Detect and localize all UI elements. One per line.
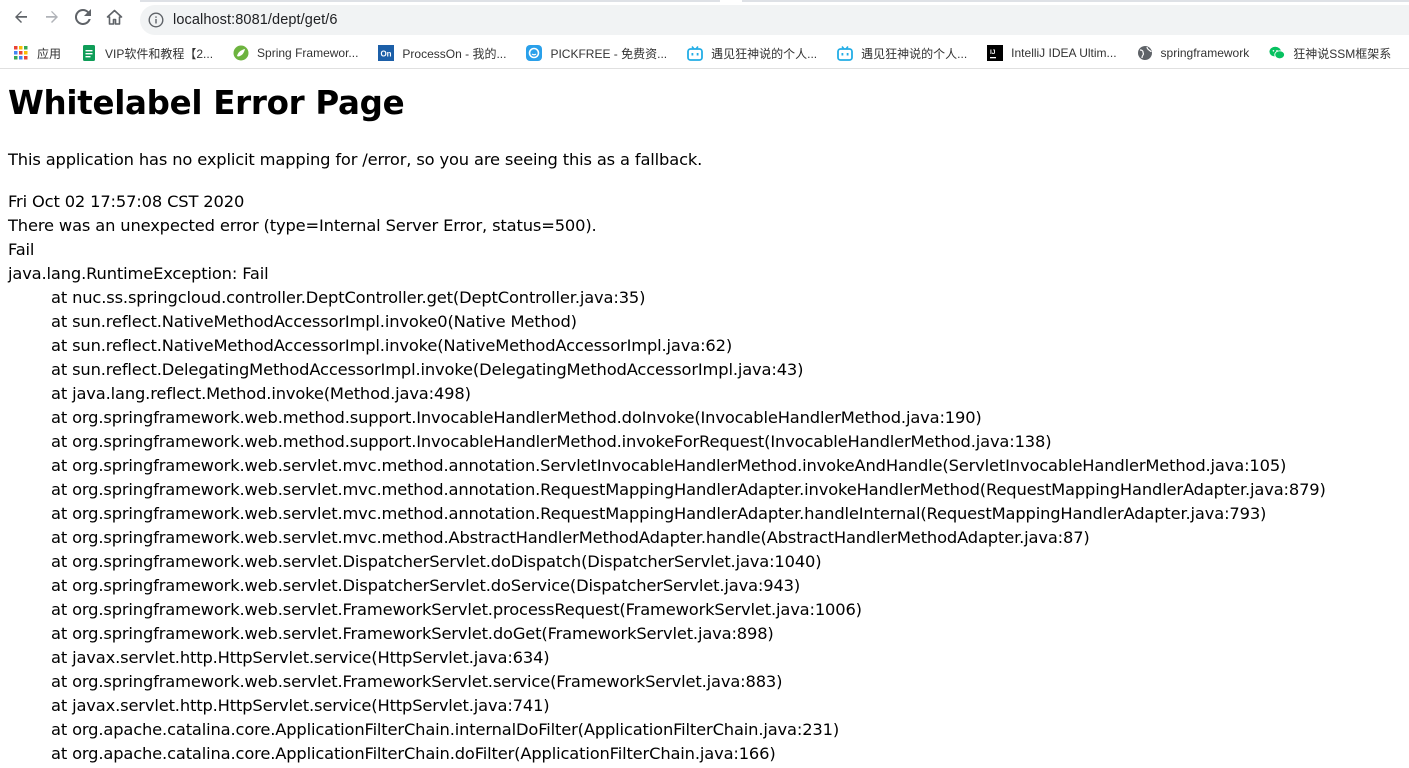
fallback-message: This application has no explicit mapping… — [8, 150, 703, 169]
bookmark-label: VIP软件和教程【2... — [105, 46, 214, 61]
stack-trace-line: at org.apache.catalina.core.ApplicationF… — [51, 744, 776, 763]
address-bar[interactable]: localhost:8081/dept/get/6 — [140, 5, 1409, 35]
stack-trace-line: at org.springframework.web.method.suppor… — [51, 408, 982, 427]
stack-trace-line: at nuc.ss.springcloud.controller.DeptCon… — [51, 288, 646, 307]
bookmark-label: PICKFREE - 免费资... — [550, 46, 668, 61]
bookmark-item[interactable]: Spring Framewor... — [233, 45, 358, 61]
stack-trace-line: at org.springframework.web.servlet.Frame… — [51, 600, 862, 619]
stack-trace-line: at org.springframework.web.servlet.Frame… — [51, 624, 774, 643]
stack-trace-line: at sun.reflect.NativeMethodAccessorImpl.… — [51, 336, 733, 355]
info-icon[interactable] — [147, 11, 165, 29]
browser-toolbar: localhost:8081/dept/get/6 — [0, 0, 1409, 38]
stack-trace-line: at org.springframework.web.method.suppor… — [51, 432, 1052, 451]
home-icon — [106, 9, 123, 30]
error-page: Whitelabel Error Page This application h… — [0, 69, 1409, 766]
stack-trace: at nuc.ss.springcloud.controller.DeptCon… — [8, 286, 1409, 766]
bookmark-item[interactable]: 应用 — [13, 45, 61, 62]
bookmark-label: ProcessOn - 我的... — [402, 46, 507, 61]
stack-trace-line: at org.springframework.web.servlet.Dispa… — [51, 552, 822, 571]
apps-grid-icon — [13, 45, 29, 61]
bookmark-item[interactable]: 遇见狂神说的个人... — [687, 45, 817, 62]
stack-trace-line: at org.apache.catalina.core.ApplicationF… — [51, 720, 840, 739]
bookmarks-bar: 应用 VIP软件和教程【2... Spring Framewor... On Proce… — [0, 38, 1409, 69]
stack-trace-line: at org.springframework.web.servlet.Frame… — [51, 672, 783, 691]
bookmark-item[interactable]: VIP软件和教程【2... — [81, 45, 213, 62]
reload-button[interactable] — [69, 5, 97, 33]
error-summary: There was an unexpected error (type=Inte… — [8, 216, 597, 235]
home-button[interactable] — [100, 5, 128, 33]
stack-trace-line: at java.lang.reflect.Method.invoke(Metho… — [51, 384, 471, 403]
jetbrains-icon: IJ — [987, 45, 1004, 61]
wechat-icon — [1269, 45, 1286, 61]
bookmark-item[interactable]: PICKFREE - 免费资... — [526, 45, 667, 62]
reload-icon — [74, 8, 91, 29]
bookmark-label: Spring Framewor... — [257, 46, 359, 60]
exception-line: java.lang.RuntimeException: Fail — [8, 264, 269, 283]
page-title: Whitelabel Error Page — [8, 84, 405, 122]
error-message: Fail — [8, 240, 35, 259]
back-button[interactable] — [7, 5, 35, 33]
green-doc-icon — [81, 45, 97, 61]
spring-leaf-icon — [233, 45, 249, 61]
tab-strip-edge — [140, 0, 720, 2]
bookmark-item[interactable]: springframework — [1137, 45, 1250, 61]
bookmark-label: 狂神说SSM框架系 — [1293, 46, 1392, 61]
bookmark-label: 遇见狂神说的个人... — [861, 46, 968, 61]
processon-icon: On — [378, 45, 395, 61]
pickfree-icon — [526, 45, 543, 61]
stack-trace-line: at sun.reflect.DelegatingMethodAccessorI… — [51, 360, 804, 379]
bookmark-item[interactable]: IJ IntelliJ IDEA Ultim... — [987, 45, 1117, 61]
stack-trace-line: at org.springframework.web.servlet.Dispa… — [51, 576, 801, 595]
bookmark-item[interactable]: 狂神说SSM框架系 — [1269, 45, 1391, 62]
svg-text:IJ: IJ — [990, 49, 996, 56]
url-text[interactable]: localhost:8081/dept/get/6 — [173, 12, 338, 28]
bookmark-label: IntelliJ IDEA Ultim... — [1011, 46, 1117, 60]
stack-trace-line: at org.springframework.web.servlet.mvc.m… — [51, 504, 1267, 523]
forward-button[interactable] — [38, 5, 66, 33]
bookmark-item[interactable]: On ProcessOn - 我的... — [378, 45, 506, 62]
arrow-left-icon — [13, 9, 29, 29]
error-timestamp: Fri Oct 02 17:57:08 CST 2020 — [8, 192, 245, 211]
stack-trace-line: at sun.reflect.NativeMethodAccessorImpl.… — [51, 312, 577, 331]
stack-trace-line: at javax.servlet.http.HttpServlet.servic… — [51, 696, 550, 715]
svg-text:On: On — [381, 50, 392, 59]
bookmark-label: 遇见狂神说的个人... — [711, 46, 818, 61]
bookmark-label: springframework — [1160, 46, 1250, 60]
stack-trace-line: at org.springframework.web.servlet.mvc.m… — [51, 528, 1090, 547]
bilibili-icon — [837, 45, 854, 61]
bookmark-label: 应用 — [37, 46, 62, 61]
error-details: Fri Oct 02 17:57:08 CST 2020 There was a… — [8, 190, 1409, 766]
stack-trace-line: at org.springframework.web.servlet.mvc.m… — [51, 456, 1287, 475]
arrow-right-icon — [44, 9, 60, 29]
bookmark-item[interactable]: 遇见狂神说的个人... — [837, 45, 967, 62]
tab-strip-edge — [742, 0, 1409, 2]
stack-trace-line: at org.springframework.web.servlet.mvc.m… — [51, 480, 1326, 499]
stack-trace-line: at javax.servlet.http.HttpServlet.servic… — [51, 648, 550, 667]
globe-icon — [1137, 45, 1153, 61]
bilibili-icon — [687, 45, 704, 61]
